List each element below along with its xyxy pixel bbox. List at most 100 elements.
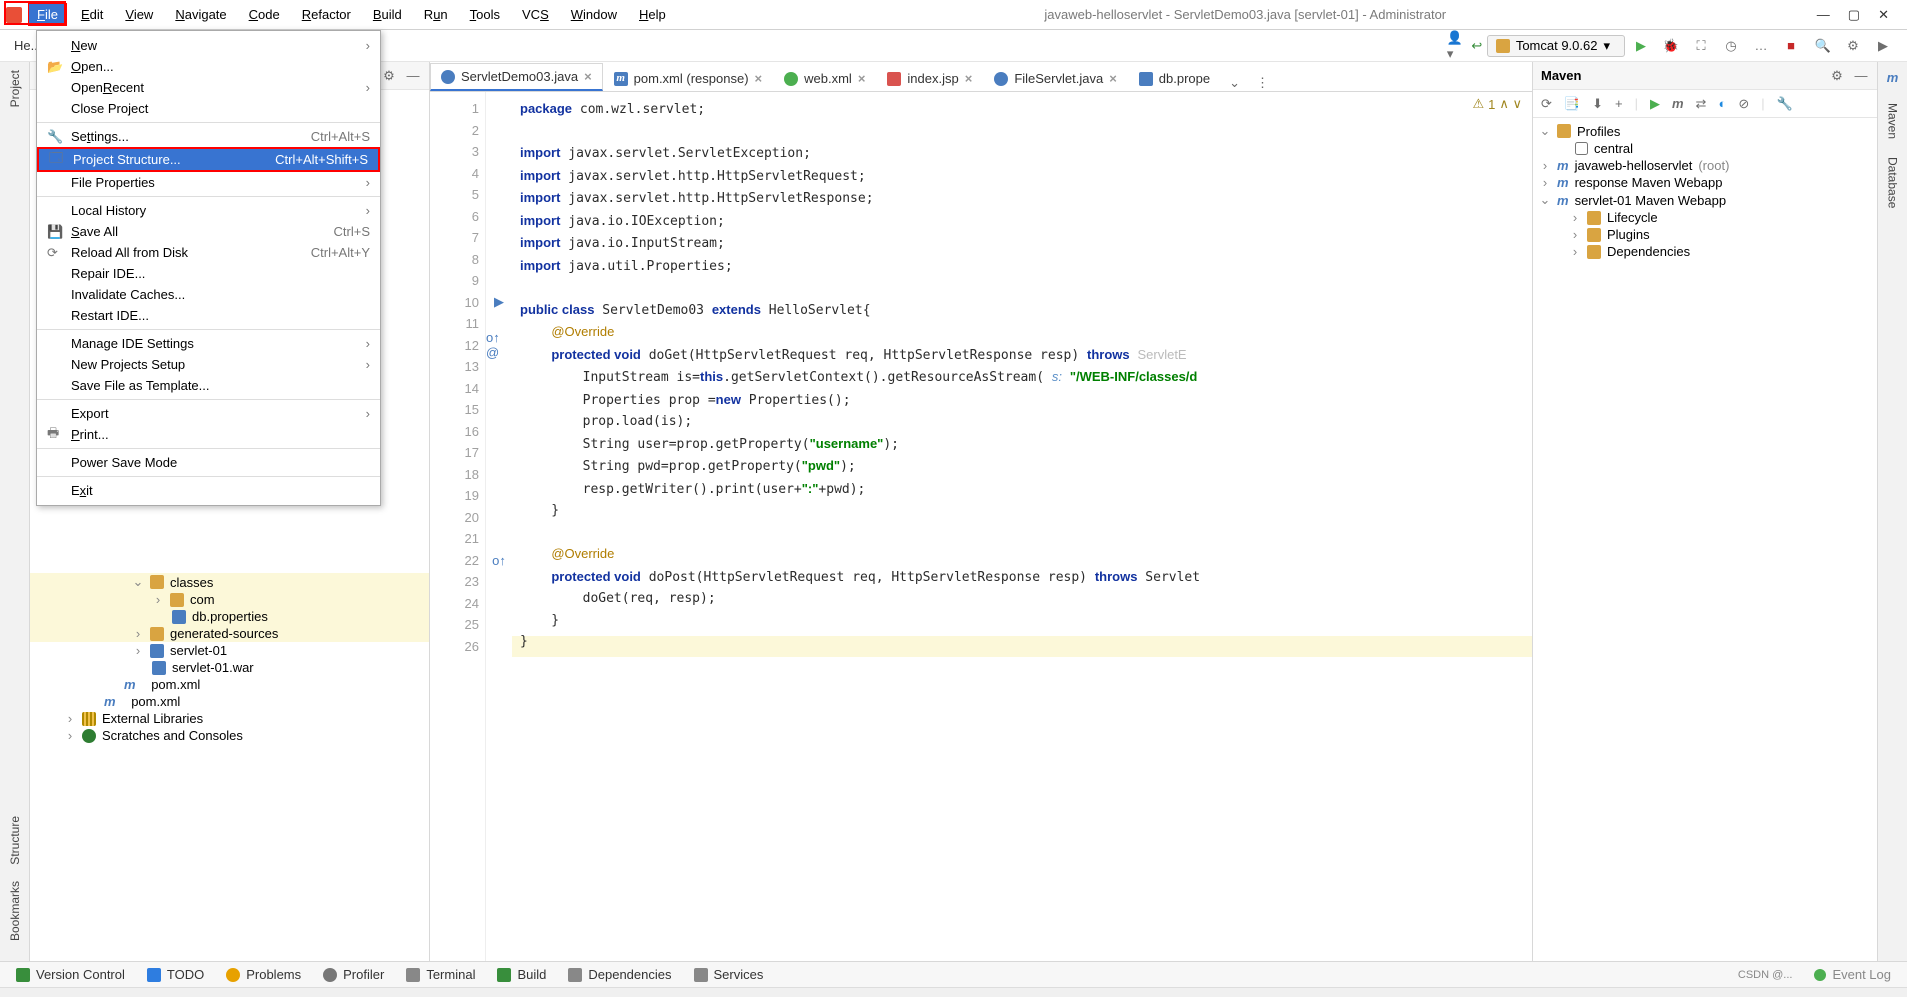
tool-services[interactable]: Services [694, 967, 764, 982]
profile-button[interactable]: ◷ [1721, 36, 1741, 56]
maven-run-icon[interactable]: ▶ [1650, 96, 1660, 112]
tab-dbprop[interactable]: db.prope [1128, 65, 1221, 91]
rail-database[interactable]: Database [1886, 157, 1900, 208]
file-project-structure[interactable]: 🗔Project Structure...Ctrl+Alt+Shift+S [37, 147, 380, 172]
file-repair-ide[interactable]: Repair IDE... [37, 263, 380, 284]
maven-settings-icon[interactable]: ⚙ [1829, 68, 1845, 84]
tab-servletdemo03[interactable]: ServletDemo03.java× [430, 63, 603, 91]
tree-scratch[interactable]: Scratches and Consoles [102, 728, 243, 743]
attach-button[interactable]: … [1751, 36, 1771, 56]
file-new-projects-setup[interactable]: New Projects Setup› [37, 354, 380, 375]
maven-reload-icon[interactable]: ⟳ [1541, 96, 1552, 112]
maven-deps[interactable]: Dependencies [1607, 244, 1690, 259]
file-file-properties[interactable]: File Properties› [37, 172, 380, 193]
maven-minimize-icon[interactable]: — [1853, 68, 1869, 84]
code-editor[interactable]: 1234567891011121314151617181920212223242… [430, 92, 1532, 967]
tool-dependencies[interactable]: Dependencies [568, 967, 671, 982]
file-reload-disk[interactable]: ⟳Reload All from DiskCtrl+Alt+Y [37, 242, 380, 263]
file-power-save[interactable]: Power Save Mode [37, 452, 380, 473]
project-minimize-icon[interactable]: — [405, 68, 421, 84]
file-open[interactable]: 📂Open... [37, 56, 380, 77]
close-icon[interactable]: × [755, 71, 763, 86]
menu-navigate[interactable]: Navigate [167, 4, 234, 25]
file-invalidate-caches[interactable]: Invalidate Caches... [37, 284, 380, 305]
tool-terminal[interactable]: Terminal [406, 967, 475, 982]
file-manage-ide-settings[interactable]: Manage IDE Settings› [37, 333, 380, 354]
tool-build[interactable]: Build [497, 967, 546, 982]
search-icon[interactable]: 🔍 [1813, 36, 1833, 56]
rail-bookmarks[interactable]: Bookmarks [8, 881, 22, 941]
coverage-button[interactable]: ⛶ [1691, 36, 1711, 56]
menu-help[interactable]: Help [631, 4, 674, 25]
tab-pom-response[interactable]: mpom.xml (response)× [603, 65, 773, 91]
event-log[interactable]: Event Log [1814, 967, 1891, 982]
editor-inspection-indicator[interactable]: ⚠ 1 ∧ ∨ [1472, 96, 1522, 112]
tree-servlet01[interactable]: servlet-01 [170, 643, 227, 658]
maven-wrench-icon[interactable]: 🔧 [1777, 96, 1793, 112]
window-max-button[interactable]: ▢ [1848, 7, 1860, 23]
tabs-more-icon[interactable]: ⋮ [1248, 75, 1277, 91]
tool-profiler[interactable]: Profiler [323, 967, 384, 982]
file-open-recent[interactable]: Open Recent› [37, 77, 380, 98]
close-icon[interactable]: × [858, 71, 866, 86]
maven-skip-icon[interactable]: ⊘ [1738, 96, 1749, 112]
tool-version-control[interactable]: Version Control [16, 967, 125, 982]
close-icon[interactable]: × [584, 69, 592, 84]
tree-pom2[interactable]: pom.xml [131, 694, 180, 709]
tree-classes[interactable]: classes [170, 575, 213, 590]
file-export[interactable]: Export› [37, 403, 380, 424]
file-save-all[interactable]: 💾Save AllCtrl+S [37, 221, 380, 242]
run-anything-icon[interactable]: ▶ [1873, 36, 1893, 56]
file-print[interactable]: 🖶Print... [37, 424, 380, 445]
tree-com[interactable]: com [190, 592, 215, 607]
maven-exec-icon[interactable]: m [1672, 96, 1684, 111]
maven-central[interactable]: central [1594, 141, 1633, 156]
maven-toggle-icon[interactable]: ⇄ [1696, 96, 1707, 112]
close-icon[interactable]: × [1109, 71, 1117, 86]
maven-offline-icon[interactable]: ◐ [1718, 96, 1726, 111]
tree-war[interactable]: servlet-01.war [172, 660, 254, 675]
project-settings-icon[interactable]: ⚙ [381, 68, 397, 84]
maven-profiles[interactable]: Profiles [1577, 124, 1620, 139]
rail-project[interactable]: Project [8, 70, 22, 107]
run-button[interactable]: ▶ [1631, 36, 1651, 56]
maven-profile-checkbox[interactable] [1575, 142, 1588, 155]
rail-structure[interactable]: Structure [8, 816, 22, 865]
stop-button[interactable]: ■ [1781, 36, 1801, 56]
file-save-as-template[interactable]: Save File as Template... [37, 375, 380, 396]
menu-code[interactable]: Code [241, 4, 288, 25]
menu-edit[interactable]: Edit [73, 4, 111, 25]
maven-servlet01[interactable]: servlet-01 Maven Webapp [1575, 193, 1727, 208]
menu-build[interactable]: Build [365, 4, 410, 25]
back-build-icon[interactable]: ↩ [1467, 36, 1487, 56]
menu-refactor[interactable]: Refactor [294, 4, 359, 25]
tree-extlib[interactable]: External Libraries [102, 711, 203, 726]
maven-download-icon[interactable]: ⬇ [1592, 96, 1603, 112]
file-settings[interactable]: 🔧Settings...Ctrl+Alt+S [37, 126, 380, 147]
file-close-project[interactable]: Close Project [37, 98, 380, 119]
rail-maven[interactable]: Maven [1886, 103, 1900, 139]
menu-run[interactable]: Run [416, 4, 456, 25]
menu-view[interactable]: View [117, 4, 161, 25]
window-close-button[interactable]: ✕ [1878, 7, 1889, 23]
file-local-history[interactable]: Local History› [37, 200, 380, 221]
tool-todo[interactable]: TODO [147, 967, 204, 982]
tab-indexjsp[interactable]: index.jsp× [876, 65, 983, 91]
maven-generate-icon[interactable]: 📑 [1564, 96, 1580, 112]
file-new[interactable]: New› [37, 35, 380, 56]
tab-webxml[interactable]: web.xml× [773, 65, 876, 91]
close-icon[interactable]: × [965, 71, 973, 86]
maven-add-icon[interactable]: + [1615, 96, 1623, 111]
tabs-dropdown-icon[interactable]: ⌄ [1221, 75, 1248, 91]
user-icon[interactable]: 👤▾ [1447, 36, 1467, 56]
maven-tree[interactable]: ⌄Profiles central ›mjavaweb-helloservlet… [1533, 118, 1877, 967]
menu-tools[interactable]: Tools [462, 4, 508, 25]
debug-button[interactable]: 🐞 [1661, 36, 1681, 56]
tab-fileservlet[interactable]: FileServlet.java× [983, 65, 1127, 91]
window-min-button[interactable]: — [1817, 7, 1830, 23]
maven-response[interactable]: response Maven Webapp [1575, 175, 1723, 190]
tree-pom1[interactable]: pom.xml [151, 677, 200, 692]
tree-gensrc[interactable]: generated-sources [170, 626, 278, 641]
maven-tab-icon[interactable]: m [1887, 70, 1899, 85]
tree-dbprop[interactable]: db.properties [192, 609, 268, 624]
